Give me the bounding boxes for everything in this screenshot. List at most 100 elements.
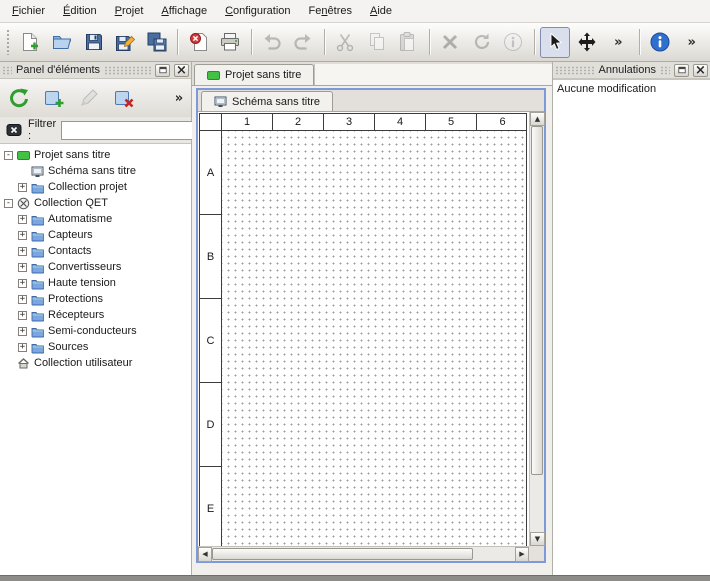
tree-item-automatisme[interactable]: +Automatisme <box>0 211 191 227</box>
expand-icon[interactable]: + <box>18 263 27 272</box>
expand-icon[interactable]: + <box>18 327 27 336</box>
elements-panel-title: Panel d'éléments <box>16 64 100 76</box>
expand-icon[interactable]: + <box>18 343 27 352</box>
menu-fenetres[interactable]: Fenêtres <box>300 1 361 21</box>
tree-item-semi-conducteurs[interactable]: +Semi-conducteurs <box>0 323 191 339</box>
tree-item-capteurs[interactable]: + Capteurs <box>0 227 191 243</box>
paste-button <box>393 27 424 58</box>
vertical-scroll-thumb[interactable] <box>531 126 543 475</box>
schema-tab[interactable]: Schéma sans titre <box>201 91 333 111</box>
about-qet-button[interactable] <box>645 27 676 58</box>
new-element-button[interactable] <box>39 83 69 113</box>
expand-icon[interactable]: + <box>18 247 27 256</box>
tree-item-label: Collection projet <box>48 181 127 193</box>
selection-mode-button[interactable] <box>540 27 571 58</box>
folder-icon <box>31 213 44 226</box>
tree-item-sources[interactable]: +Sources <box>0 339 191 355</box>
scroll-down-button[interactable]: ▼ <box>530 532 545 546</box>
save-all-button[interactable] <box>142 27 173 58</box>
undo-empty-text: Aucune modification <box>557 83 656 95</box>
toolbar-handle[interactable] <box>6 29 11 55</box>
tree-item-label: Contacts <box>48 245 91 257</box>
row-header-c: C <box>200 299 221 383</box>
collapse-icon[interactable]: - <box>4 199 13 208</box>
toolbar-overflow-2-button[interactable]: » <box>676 27 707 58</box>
cursor-icon <box>544 31 566 53</box>
tree-item-projet-sans-titre[interactable]: -Projet sans titre <box>0 147 191 163</box>
dock-grip[interactable] <box>104 66 151 75</box>
menu-configuration[interactable]: Configuration <box>216 1 299 21</box>
vertical-scroll-track[interactable] <box>530 126 544 532</box>
expand-icon[interactable]: + <box>18 215 27 224</box>
horizontal-scrollbar[interactable]: ◀ ▶ <box>198 546 529 561</box>
expand-icon[interactable]: + <box>18 279 27 288</box>
dock-grip[interactable] <box>555 66 595 75</box>
tree-item-collection-projet[interactable]: + Collection projet <box>0 179 191 195</box>
save-as-button[interactable] <box>110 27 141 58</box>
delete-element-button[interactable] <box>109 83 139 113</box>
vertical-scrollbar[interactable]: ▲ ▼ <box>529 112 544 546</box>
tree-item-label: Récepteurs <box>48 309 104 321</box>
elements-panel-titlebar[interactable]: Panel d'éléments × <box>0 62 191 79</box>
cut-button <box>330 27 361 58</box>
menu-fichier[interactable]: Fichier <box>3 1 54 21</box>
dock-close-button[interactable]: × <box>174 64 189 77</box>
tree-item-schema-sans-titre[interactable]: Schéma sans titre <box>0 163 191 179</box>
tree-item-recepteurs[interactable]: + Récepteurs <box>0 307 191 323</box>
save-all-icon <box>146 31 168 53</box>
undo-button <box>257 27 288 58</box>
arrow-up-icon: ▲ <box>535 116 540 123</box>
diagram-grid[interactable] <box>222 131 526 546</box>
diagram-viewport[interactable]: 123456 ABCDE <box>198 112 529 546</box>
tree-item-contacts[interactable]: + Contacts <box>0 243 191 259</box>
scroll-up-button[interactable]: ▲ <box>530 112 545 126</box>
qet-icon <box>17 197 30 210</box>
dock-float-button[interactable] <box>674 64 689 77</box>
reload-collections-button[interactable] <box>4 83 34 113</box>
scroll-right-button[interactable]: ▶ <box>515 547 529 562</box>
folder-icon <box>31 341 44 354</box>
row-header-a: A <box>200 131 221 215</box>
expand-icon[interactable]: + <box>18 295 27 304</box>
horizontal-scroll-track[interactable] <box>212 547 515 561</box>
close-project-button[interactable] <box>183 27 214 58</box>
filter-input[interactable] <box>61 121 211 140</box>
arrow-right-icon: ▶ <box>519 551 524 558</box>
expand-icon[interactable]: + <box>18 231 27 240</box>
element-new-icon <box>42 86 66 110</box>
toolbar-overflow-button[interactable]: » <box>603 27 634 58</box>
save-button[interactable] <box>78 27 109 58</box>
dock-grip[interactable] <box>2 66 12 75</box>
menu-affichage[interactable]: Affichage <box>152 1 216 21</box>
tree-item-label: Capteurs <box>48 229 93 241</box>
tree-item-collection-utilisateur[interactable]: Collection utilisateur <box>0 355 191 371</box>
tree-item-protections[interactable]: +Protections <box>0 291 191 307</box>
collapse-icon[interactable]: - <box>4 151 13 160</box>
horizontal-scroll-thumb[interactable] <box>212 548 473 560</box>
print-button[interactable] <box>215 27 246 58</box>
tree-item-haute-tension[interactable]: +Haute tension <box>0 275 191 291</box>
dock-close-icon: × <box>176 64 187 77</box>
undo-dock-titlebar[interactable]: Annulations × <box>553 62 710 79</box>
menu-projet[interactable]: Projet <box>106 1 153 21</box>
dock-float-button[interactable] <box>155 64 170 77</box>
undo-list[interactable]: Aucune modification <box>553 79 710 575</box>
filter-clear-button[interactable] <box>5 120 23 140</box>
delete-button <box>435 27 466 58</box>
expand-icon[interactable]: + <box>18 311 27 320</box>
menu-aide[interactable]: Aide <box>361 1 401 21</box>
tree-item-collection-qet[interactable]: -Collection QET <box>0 195 191 211</box>
open-button[interactable] <box>47 27 78 58</box>
pan-mode-button[interactable] <box>571 27 602 58</box>
tree-item-convertisseurs[interactable]: +Convertisseurs <box>0 259 191 275</box>
new-button[interactable] <box>15 27 46 58</box>
menu-edition[interactable]: Édition <box>54 1 106 21</box>
project-tab[interactable]: Projet sans titre <box>194 64 314 85</box>
folder-icon <box>31 245 44 258</box>
expand-icon[interactable]: + <box>18 183 27 192</box>
panel-overflow-button[interactable]: » <box>171 83 187 113</box>
dock-grip[interactable] <box>660 66 670 75</box>
dock-close-button[interactable]: × <box>693 64 708 77</box>
scroll-left-button[interactable]: ◀ <box>198 547 212 562</box>
elements-panel-toolbar: » <box>0 79 191 117</box>
